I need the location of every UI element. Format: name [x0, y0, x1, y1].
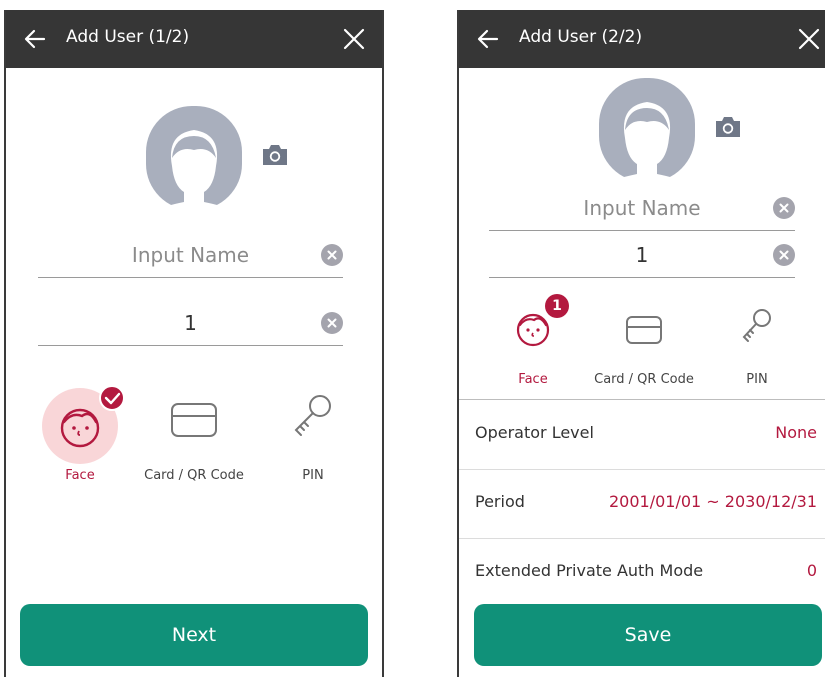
name-input-placeholder: Input Name — [131, 243, 250, 267]
method-face-label: Face — [518, 372, 548, 387]
method-pin-label: PIN — [746, 372, 768, 387]
avatar[interactable] — [599, 78, 695, 182]
camera-icon[interactable] — [260, 142, 290, 168]
name-input[interactable]: Input Name — [38, 234, 343, 278]
method-pin[interactable]: PIN — [268, 372, 358, 483]
method-face[interactable]: Face — [28, 372, 132, 483]
face-icon — [42, 385, 125, 464]
check-badge-icon — [99, 385, 125, 411]
close-icon[interactable] — [340, 25, 368, 53]
back-arrow-icon[interactable] — [22, 26, 48, 52]
add-user-screen-2: Add User (2/2) Input Name 1 1 Face Card … — [457, 10, 825, 677]
id-input-value: 1 — [184, 311, 197, 335]
method-face[interactable]: 1 Face — [493, 292, 573, 392]
method-card-label: Card / QR Code — [594, 372, 694, 387]
clear-icon[interactable] — [321, 312, 343, 334]
setting-label: Period — [475, 492, 525, 511]
save-button[interactable]: Save — [474, 604, 822, 666]
setting-value: 0 — [806, 561, 817, 580]
clear-icon[interactable] — [773, 197, 795, 219]
clear-icon[interactable] — [773, 244, 795, 266]
setting-row-extended-private-auth-mode[interactable]: Extended Private Auth Mode 0 — [459, 538, 825, 607]
card-icon — [626, 316, 662, 344]
header-bar: Add User (1/2) — [6, 10, 382, 68]
id-input[interactable]: 1 — [38, 302, 343, 346]
name-input[interactable]: Input Name — [489, 187, 795, 231]
method-card[interactable]: Card / QR Code — [579, 292, 709, 392]
camera-icon[interactable] — [713, 114, 743, 140]
page-title: Add User (1/2) — [66, 27, 190, 47]
next-button[interactable]: Next — [20, 604, 368, 666]
card-icon — [171, 403, 217, 437]
method-pin[interactable]: PIN — [721, 292, 793, 392]
avatar[interactable] — [146, 106, 242, 210]
setting-row-operator-level[interactable]: Operator Level None — [459, 400, 825, 470]
method-card[interactable]: Card / QR Code — [124, 372, 264, 483]
close-icon[interactable] — [795, 25, 823, 53]
id-input[interactable]: 1 — [489, 234, 795, 278]
key-icon — [742, 309, 771, 342]
setting-row-period[interactable]: Period 2001/01/01 ~ 2030/12/31 — [459, 469, 825, 539]
back-arrow-icon[interactable] — [475, 26, 501, 52]
key-icon — [294, 395, 331, 436]
method-card-label: Card / QR Code — [144, 468, 244, 483]
name-input-placeholder: Input Name — [583, 196, 701, 220]
page-title: Add User (2/2) — [519, 27, 643, 47]
setting-label: Operator Level — [475, 423, 594, 442]
face-count-badge: 1 — [545, 294, 569, 318]
method-pin-label: PIN — [302, 468, 324, 483]
setting-value: 2001/01/01 ~ 2030/12/31 — [608, 492, 817, 511]
id-input-value: 1 — [635, 243, 649, 267]
method-face-label: Face — [65, 468, 95, 483]
clear-icon[interactable] — [321, 244, 343, 266]
header-bar: Add User (2/2) — [459, 10, 825, 68]
add-user-screen-1: Add User (1/2) Input Name 1 Face Card / … — [4, 10, 384, 677]
setting-value: None — [775, 423, 817, 442]
setting-label: Extended Private Auth Mode — [475, 561, 704, 580]
